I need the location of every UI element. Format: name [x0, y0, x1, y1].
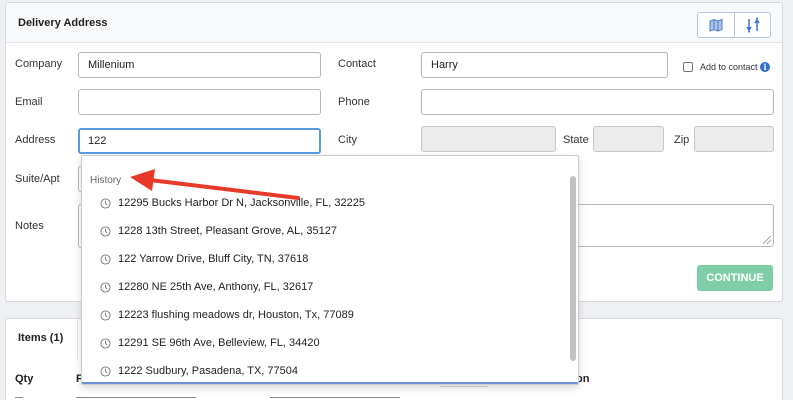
history-item-text: 122 Yarrow Drive, Bluff City, TN, 37618	[118, 253, 309, 265]
address-label: Address	[15, 134, 56, 146]
map-button[interactable]	[698, 13, 734, 37]
clock-icon	[100, 365, 111, 377]
address-autocomplete-dropdown: History 12295 Bucks Harbor Dr N, Jackson…	[81, 155, 579, 385]
zip-input[interactable]	[694, 126, 774, 152]
history-item[interactable]: 1222 Sudbury, Pasadena, TX, 77504	[82, 357, 567, 384]
add-to-contact-checkbox[interactable]	[683, 62, 693, 72]
email-input[interactable]	[78, 89, 321, 115]
header-button-group	[697, 12, 771, 38]
contact-input[interactable]	[421, 52, 668, 78]
add-to-contact-label: Add to contact	[700, 62, 758, 72]
history-item-text: 1228 13th Street, Pleasant Grove, AL, 35…	[118, 225, 337, 237]
history-item[interactable]: 12280 NE 25th Ave, Anthony, FL, 32617	[82, 273, 567, 301]
clock-icon	[100, 309, 111, 321]
clock-icon	[100, 253, 111, 265]
history-item[interactable]: 12295 Bucks Harbor Dr N, Jacksonville, F…	[82, 189, 567, 217]
row-input-edge	[440, 386, 488, 387]
contact-label: Contact	[338, 58, 376, 70]
clock-icon	[100, 337, 111, 349]
suite-label: Suite/Apt	[15, 173, 60, 185]
company-label: Company	[15, 58, 63, 70]
phone-input[interactable]	[421, 89, 774, 115]
qty-column-header: Qty	[15, 373, 34, 385]
city-input[interactable]	[421, 126, 556, 152]
history-heading: History	[90, 175, 122, 186]
clock-icon	[100, 225, 111, 237]
address-input[interactable]	[78, 128, 321, 154]
phone-label: Phone	[338, 96, 370, 108]
history-item[interactable]: 12223 flushing meadows dr, Houston, Tx, …	[82, 301, 567, 329]
dropdown-focus-line	[82, 382, 578, 384]
notes-label: Notes	[15, 220, 44, 232]
state-label: State	[563, 134, 589, 146]
history-item[interactable]: 1228 13th Street, Pleasant Grove, AL, 35…	[82, 217, 567, 245]
city-label: City	[338, 134, 357, 146]
history-item-text: 12291 SE 96th Ave, Belleview, FL, 34420	[118, 337, 320, 349]
map-icon	[709, 18, 723, 32]
row-fragment	[270, 397, 400, 398]
row-fragment	[76, 397, 196, 398]
clock-icon	[100, 281, 111, 293]
history-item-text: 12295 Bucks Harbor Dr N, Jacksonville, F…	[118, 197, 366, 209]
continue-button[interactable]: CONTINUE	[697, 265, 773, 291]
dropdown-scrollbar[interactable]	[570, 176, 576, 361]
resize-grip[interactable]	[763, 236, 771, 244]
state-input[interactable]	[593, 126, 664, 152]
panel-title: Delivery Address	[18, 17, 108, 29]
items-title: Items (1)	[18, 332, 64, 344]
delivery-address-header: Delivery Address	[6, 3, 782, 43]
history-item-text: 12223 flushing meadows dr, Houston, Tx, …	[118, 309, 354, 321]
company-input[interactable]	[78, 52, 321, 78]
zip-label: Zip	[674, 134, 690, 146]
history-item[interactable]: 122 Yarrow Drive, Bluff City, TN, 37618	[82, 245, 567, 273]
history-item-text: 12280 NE 25th Ave, Anthony, FL, 32617	[118, 281, 314, 293]
history-item[interactable]: 12291 SE 96th Ave, Belleview, FL, 34420	[82, 329, 567, 357]
swap-button[interactable]	[734, 13, 770, 37]
notes-textarea[interactable]	[560, 204, 774, 247]
swap-icon	[745, 17, 760, 33]
history-item-text: 1222 Sudbury, Pasadena, TX, 77504	[118, 365, 299, 377]
info-icon[interactable]: i	[760, 62, 770, 72]
email-label: Email	[15, 96, 43, 108]
row-fragment	[15, 397, 23, 398]
clock-icon	[100, 197, 111, 209]
